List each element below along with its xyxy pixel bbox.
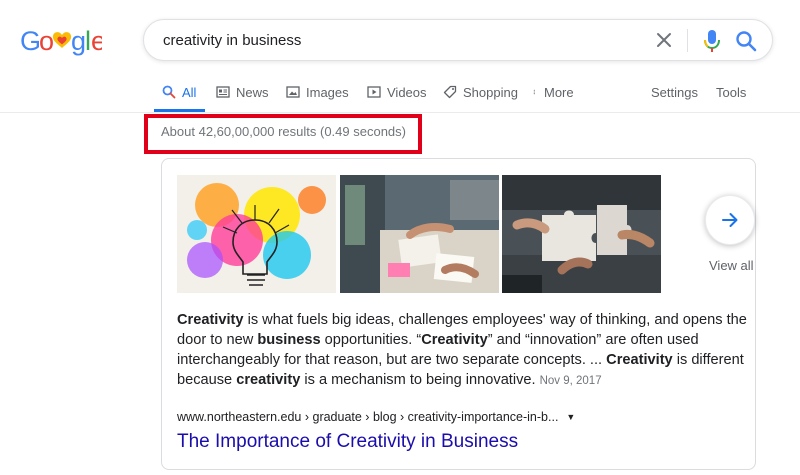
puzzle-pieces-image	[502, 175, 661, 293]
tab-news[interactable]: News	[216, 72, 269, 112]
tab-shopping[interactable]: Shopping	[443, 72, 518, 112]
google-doodle-logo: G o g l e	[20, 26, 102, 56]
search-icon	[162, 85, 176, 99]
search-box[interactable]	[143, 19, 773, 61]
tab-label: More	[544, 84, 574, 100]
clear-search-button[interactable]	[654, 30, 674, 50]
svg-text:G: G	[20, 26, 41, 56]
search-tabs: All News Images Videos Shopping More Set…	[0, 72, 800, 112]
bold-term: business	[257, 332, 321, 348]
search-input[interactable]	[163, 20, 633, 60]
more-vert-icon	[533, 89, 535, 95]
tab-label: Videos	[387, 84, 427, 100]
image-thumbnail[interactable]	[177, 175, 336, 293]
search-divider	[687, 29, 688, 52]
tab-label: Shopping	[463, 84, 518, 100]
image-icon	[286, 86, 300, 98]
bold-term: Creativity	[177, 312, 244, 328]
settings-label: Settings	[651, 84, 698, 100]
tab-all[interactable]: All	[162, 72, 196, 112]
caret-down-icon[interactable]: ▼	[566, 412, 575, 422]
search-button[interactable]	[735, 30, 757, 52]
snippet-date: Nov 9, 2017	[539, 375, 602, 387]
image-thumbnail[interactable]	[340, 175, 499, 293]
search-icon	[736, 31, 757, 52]
featured-snippet-card: View all Creativity is what fuels big id…	[161, 158, 756, 470]
bold-term: creativity	[236, 372, 301, 388]
microphone-icon	[704, 30, 720, 52]
bold-term: Creativity	[606, 352, 673, 368]
view-all-link[interactable]: View all	[709, 258, 754, 273]
tab-label: Images	[306, 84, 349, 100]
voice-search-button[interactable]	[701, 29, 723, 53]
result-title-link[interactable]: The Importance of Creativity in Business	[177, 431, 518, 453]
svg-text:g: g	[71, 26, 86, 56]
tag-icon	[443, 85, 457, 99]
tools-link[interactable]: Tools	[716, 72, 746, 112]
settings-link[interactable]: Settings	[651, 72, 698, 112]
next-images-button[interactable]	[705, 195, 755, 245]
snippet-fragment: is a mechanism to being innovative.	[300, 372, 536, 388]
news-icon	[216, 86, 230, 98]
snippet-fragment: opportunities. “	[320, 332, 422, 348]
tab-label: All	[182, 84, 197, 100]
tab-images[interactable]: Images	[286, 72, 349, 112]
result-url: www.northeastern.edu › graduate › blog ›…	[177, 410, 575, 424]
svg-text:o: o	[39, 26, 54, 56]
tab-label: News	[236, 84, 269, 100]
svg-text:e: e	[91, 26, 102, 56]
play-icon	[367, 86, 381, 98]
breadcrumb-url: www.northeastern.edu › graduate › blog ›…	[177, 410, 559, 424]
snippet-text: Creativity is what fuels big ideas, chal…	[177, 310, 747, 391]
colorful-lightbulb-image	[177, 175, 336, 293]
tab-videos[interactable]: Videos	[367, 72, 427, 112]
bold-term: Creativity	[421, 332, 488, 348]
tabs-divider	[0, 112, 800, 113]
image-thumbnail[interactable]	[502, 175, 661, 293]
result-stats: About 42,60,00,000 results (0.49 seconds…	[161, 124, 406, 139]
close-icon	[657, 33, 671, 47]
tools-label: Tools	[716, 84, 747, 100]
arrow-right-icon	[722, 213, 738, 227]
tab-more[interactable]: More	[533, 72, 574, 112]
team-working-image	[340, 175, 499, 293]
google-logo[interactable]: G o g l e	[20, 24, 102, 56]
